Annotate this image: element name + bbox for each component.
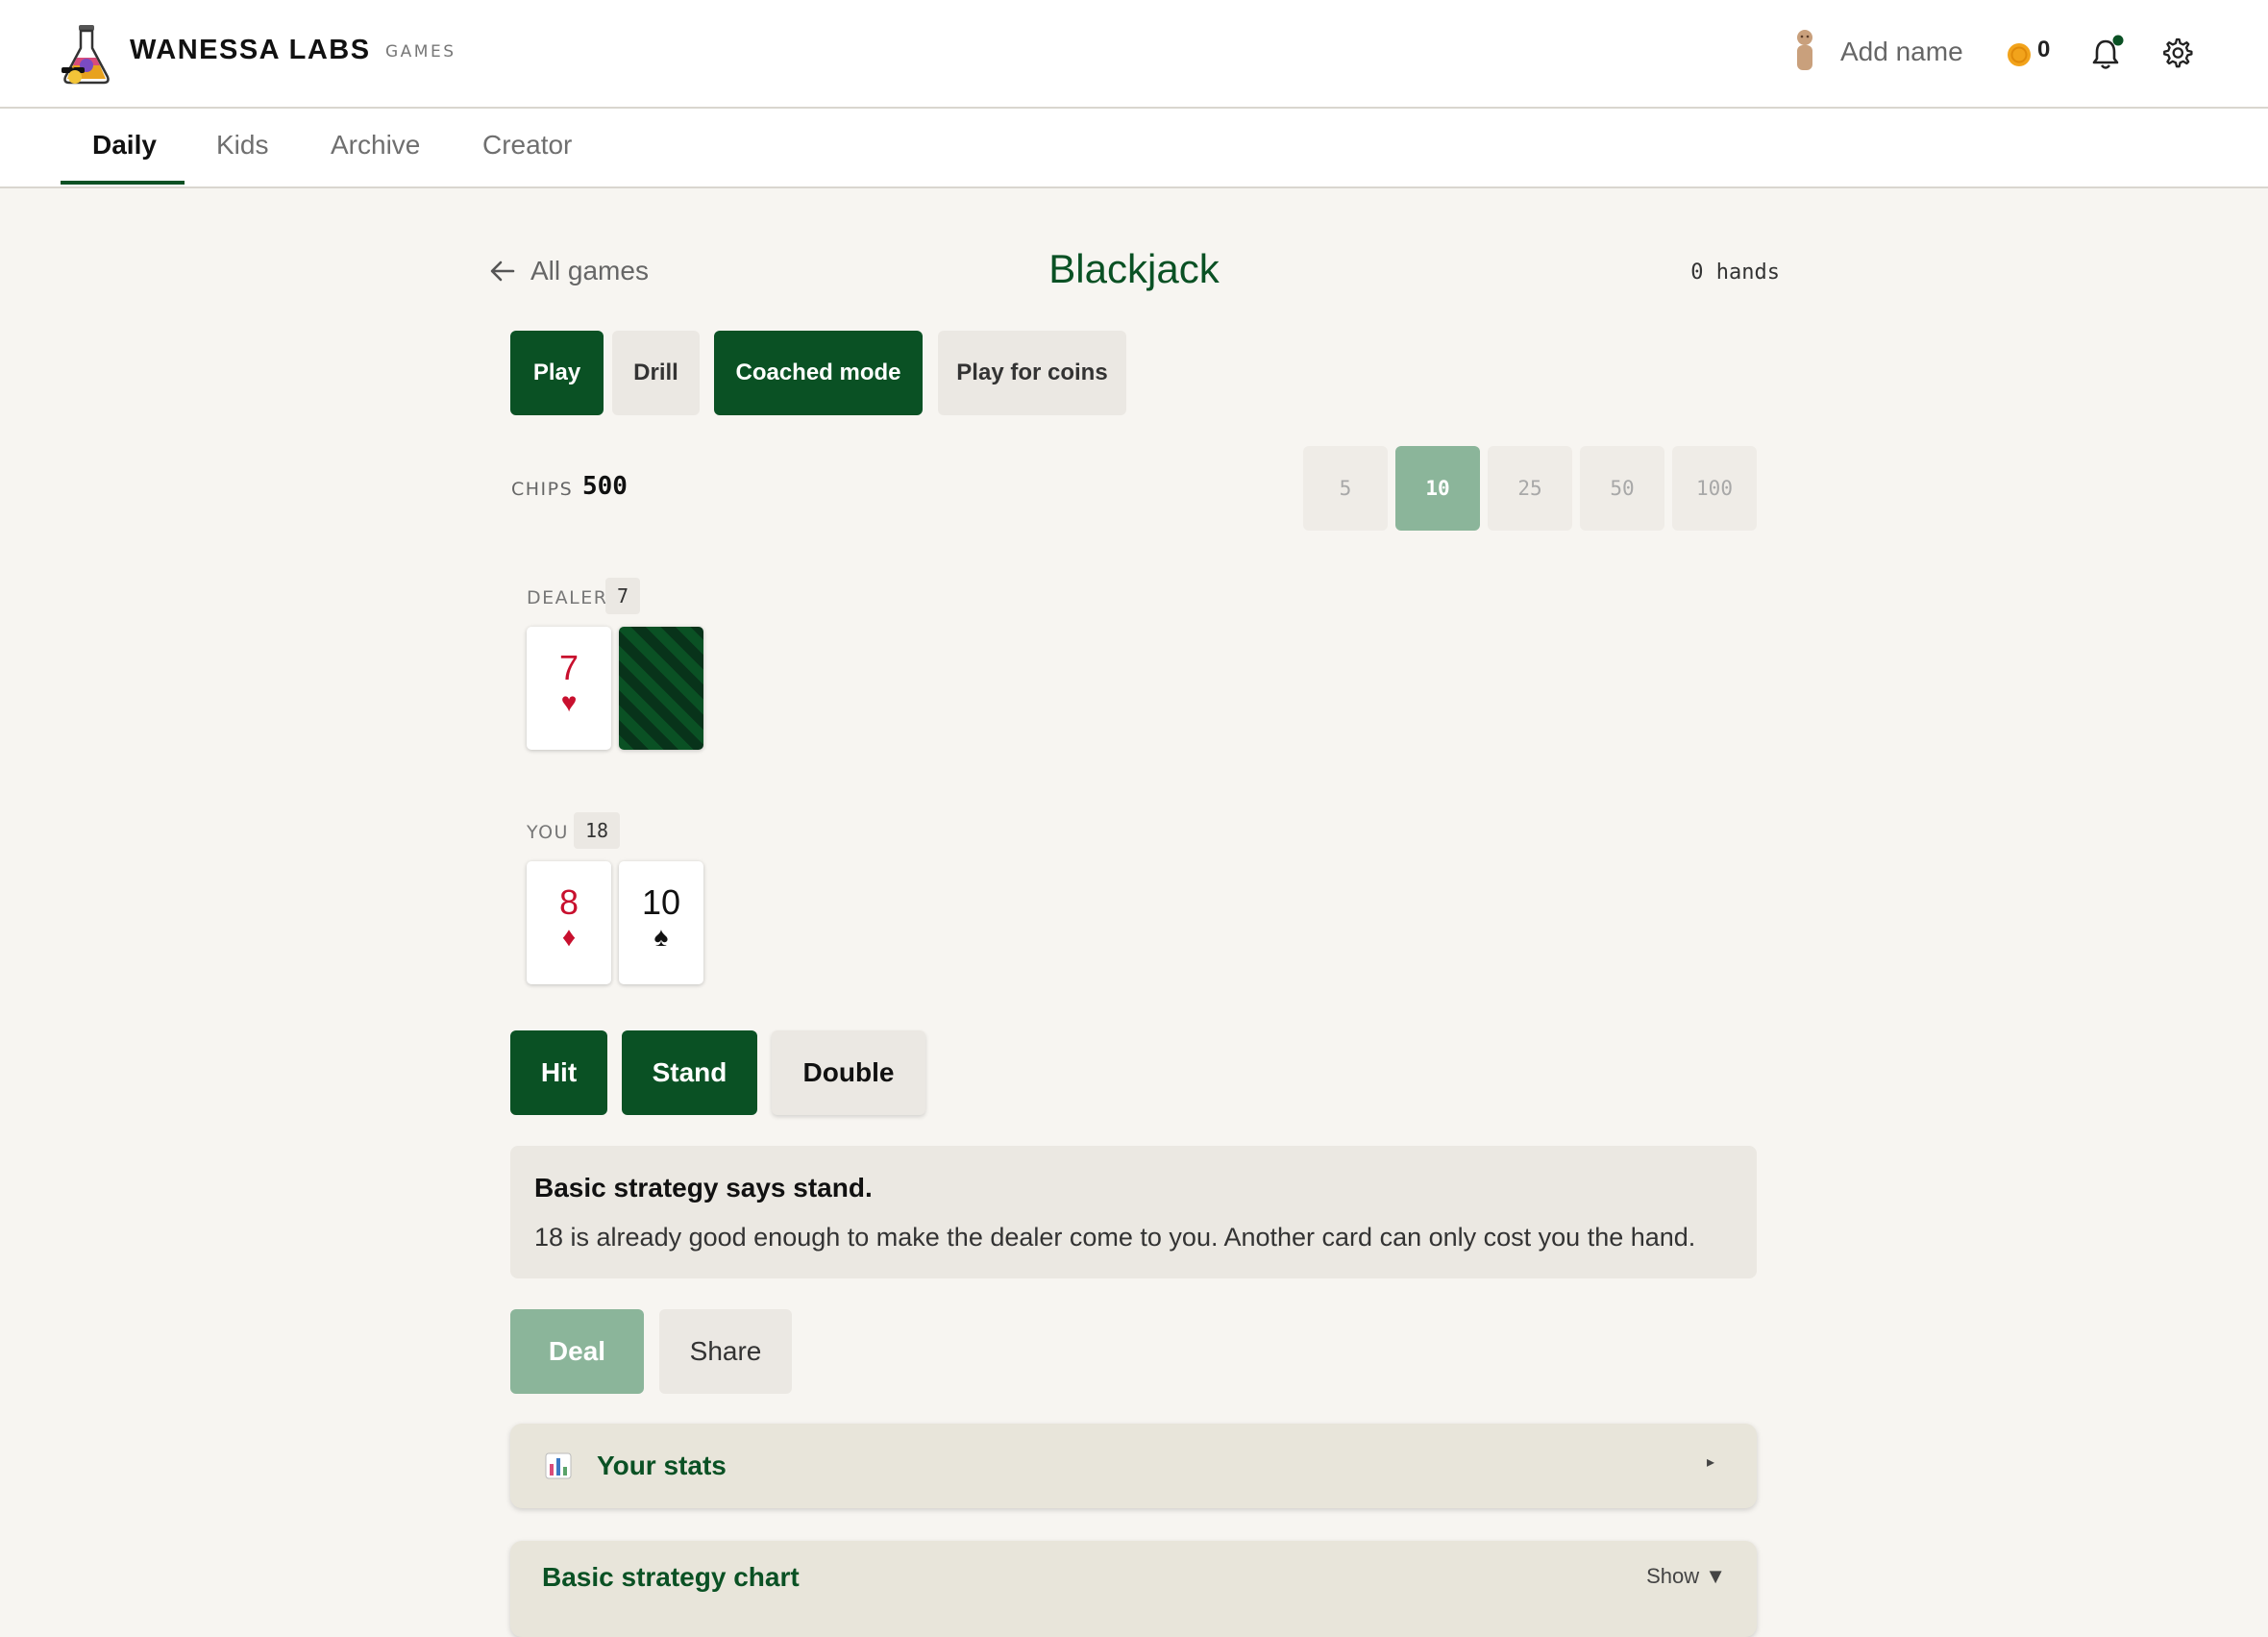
bet-50-button[interactable]: 50 bbox=[1580, 446, 1664, 531]
card-rank: 10 bbox=[641, 882, 681, 922]
double-button[interactable]: Double bbox=[772, 1030, 925, 1115]
show-toggle[interactable]: Show ▼ bbox=[1646, 1564, 1726, 1589]
avatar-icon[interactable] bbox=[1793, 29, 1816, 71]
coaching-tip: Basic strategy says stand. 18 is already… bbox=[510, 1146, 1757, 1278]
bet-100-button[interactable]: 100 bbox=[1672, 446, 1757, 531]
chips-label: CHIPS bbox=[511, 479, 574, 500]
play-mode-button[interactable]: Play bbox=[510, 331, 604, 415]
flask-logo-icon[interactable] bbox=[58, 23, 115, 85]
player-card-1: 8 ♦ bbox=[527, 861, 611, 984]
hands-count: 0 hands bbox=[1690, 260, 1780, 285]
stand-button[interactable]: Stand bbox=[622, 1030, 757, 1115]
panel-title: Basic strategy chart bbox=[542, 1562, 800, 1592]
coin-icon bbox=[2008, 43, 2031, 66]
bet-25-button[interactable]: 25 bbox=[1488, 446, 1572, 531]
tab-kids[interactable]: Kids bbox=[216, 130, 268, 161]
tab-archive[interactable]: Archive bbox=[331, 130, 420, 161]
play-for-coins-button[interactable]: Play for coins bbox=[938, 331, 1126, 415]
spade-suit-icon: ♠ bbox=[653, 922, 669, 952]
card-rank: 8 bbox=[558, 882, 579, 922]
main-nav: Daily Kids Archive Creator bbox=[0, 109, 2268, 188]
hit-button[interactable]: Hit bbox=[510, 1030, 607, 1115]
add-name-link[interactable]: Add name bbox=[1840, 37, 1963, 67]
player-label: YOU bbox=[527, 822, 569, 843]
player-card-2: 10 ♠ bbox=[619, 861, 703, 984]
brand-subtitle: GAMES bbox=[385, 42, 456, 62]
tab-daily[interactable]: Daily bbox=[92, 130, 157, 161]
tip-text: 18 is already good enough to make the de… bbox=[534, 1223, 1696, 1252]
brand-name[interactable]: WANESSA LABS bbox=[130, 35, 371, 66]
dealer-card-face-down bbox=[619, 627, 703, 750]
expand-arrow-icon[interactable]: ▸ bbox=[1707, 1452, 1714, 1472]
bar-chart-icon bbox=[545, 1452, 572, 1479]
bell-icon[interactable] bbox=[2090, 35, 2125, 71]
page-title: Blackjack bbox=[1048, 246, 1220, 291]
panel-title: Your stats bbox=[597, 1451, 727, 1480]
back-arrow-icon[interactable] bbox=[488, 258, 517, 285]
share-button[interactable]: Share bbox=[659, 1309, 792, 1394]
diamond-suit-icon: ♦ bbox=[561, 922, 577, 952]
strategy-chart-panel[interactable]: Basic strategy chart Show ▼ bbox=[510, 1541, 1757, 1637]
heart-suit-icon: ♥ bbox=[560, 687, 578, 717]
chips-value: 500 bbox=[582, 472, 628, 501]
dealer-label: DEALER bbox=[527, 587, 608, 608]
dealer-card-1: 7 ♥ bbox=[527, 627, 611, 750]
your-stats-panel[interactable]: Your stats ▸ bbox=[510, 1424, 1757, 1508]
drill-mode-button[interactable]: Drill bbox=[612, 331, 700, 415]
gear-icon[interactable] bbox=[2160, 37, 2193, 69]
bet-10-button[interactable]: 10 bbox=[1395, 446, 1480, 531]
dealer-score-badge: 7 bbox=[605, 578, 641, 614]
bet-5-button[interactable]: 5 bbox=[1303, 446, 1388, 531]
all-games-link[interactable]: All games bbox=[530, 256, 649, 286]
deal-button[interactable]: Deal bbox=[510, 1309, 644, 1394]
coin-count: 0 bbox=[2037, 37, 2051, 62]
active-tab-indicator bbox=[61, 181, 185, 185]
tip-title: Basic strategy says stand. bbox=[534, 1173, 873, 1203]
tab-creator[interactable]: Creator bbox=[482, 130, 572, 161]
player-score-badge: 18 bbox=[574, 812, 621, 849]
card-rank: 7 bbox=[558, 648, 579, 687]
coached-mode-button[interactable]: Coached mode bbox=[714, 331, 923, 415]
top-bar: WANESSA LABS GAMES Add name 0 bbox=[0, 0, 2268, 109]
